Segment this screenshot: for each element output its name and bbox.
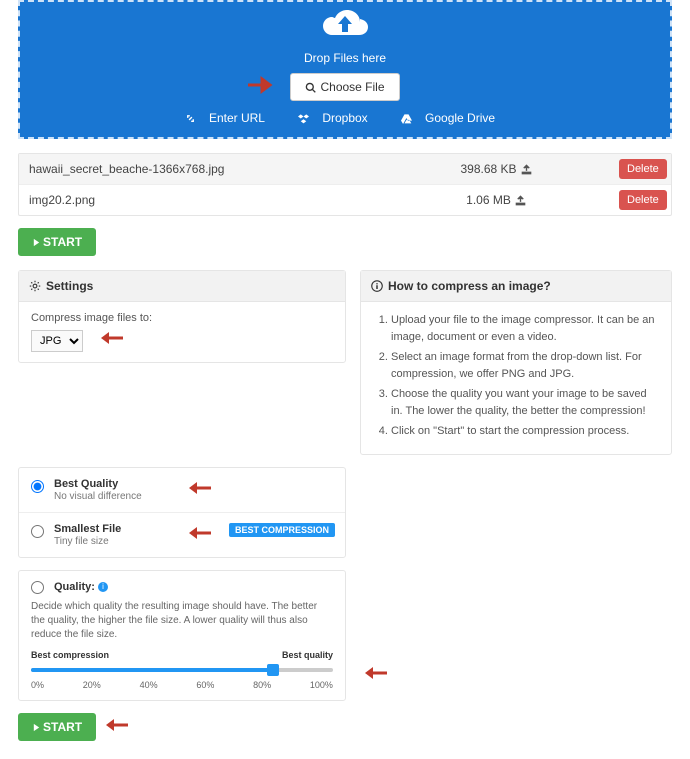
info-icon[interactable]: i: [98, 582, 108, 592]
annotation-arrow: [179, 478, 213, 501]
slider-thumb[interactable]: [267, 664, 279, 676]
help-panel: How to compress an image? Upload your fi…: [360, 270, 672, 455]
google-drive-link[interactable]: Google Drive: [401, 111, 505, 125]
slider-ticks: 0% 20% 40% 60% 80% 100%: [31, 680, 333, 690]
settings-header: Settings: [19, 271, 345, 302]
file-row: hawaii_secret_beache-1366x768.jpg 398.68…: [19, 154, 671, 185]
choose-file-button[interactable]: Choose File: [290, 73, 399, 101]
delete-button[interactable]: Delete: [619, 159, 667, 179]
option-smallest-file[interactable]: Smallest File Tiny file size BEST COMPRE…: [19, 513, 345, 557]
gear-icon: [29, 280, 41, 292]
custom-quality-radio[interactable]: [31, 581, 44, 594]
smallest-file-radio[interactable]: [31, 525, 44, 538]
best-quality-radio[interactable]: [31, 480, 44, 493]
annotation-arrow: [246, 75, 280, 98]
help-steps: Upload your file to the image compressor…: [373, 312, 659, 440]
enter-url-link[interactable]: Enter URL: [185, 111, 275, 125]
annotation-arrow: [179, 523, 213, 546]
best-compression-badge: BEST COMPRESSION: [229, 523, 335, 537]
quality-slider[interactable]: [31, 663, 333, 677]
annotation-arrow: [96, 715, 130, 738]
option-best-quality[interactable]: Best Quality No visual difference: [19, 468, 345, 513]
delete-button[interactable]: Delete: [619, 190, 667, 210]
quality-panel: Quality: i Decide which quality the resu…: [18, 570, 346, 701]
file-name: img20.2.png: [19, 185, 381, 215]
annotation-arrow: [355, 663, 389, 686]
format-select[interactable]: JPG: [31, 330, 83, 352]
upload-icon: [521, 164, 532, 175]
dropbox-link[interactable]: Dropbox: [298, 111, 377, 125]
quality-description: Decide which quality the resulting image…: [31, 600, 333, 642]
file-row: img20.2.png 1.06 MB Delete: [19, 185, 671, 215]
settings-panel: Settings Compress image files to: JPG: [18, 270, 346, 363]
cloud-upload-icon: [318, 8, 372, 44]
quality-options: Best Quality No visual difference Smalle…: [18, 467, 346, 558]
dropzone[interactable]: Drop Files here Choose File Enter URL Dr…: [18, 0, 672, 139]
start-button-top[interactable]: START: [18, 228, 96, 256]
file-size: 398.68 KB: [381, 154, 611, 184]
file-list: hawaii_secret_beache-1366x768.jpg 398.68…: [18, 153, 672, 216]
help-header: How to compress an image?: [361, 271, 671, 302]
file-name: hawaii_secret_beache-1366x768.jpg: [19, 154, 381, 184]
start-button-bottom[interactable]: START: [18, 713, 96, 741]
upload-icon: [515, 195, 526, 206]
file-size: 1.06 MB: [381, 185, 611, 215]
compress-to-label: Compress image files to:: [31, 312, 333, 324]
info-icon: [371, 280, 383, 292]
dropzone-text: Drop Files here: [20, 51, 670, 65]
annotation-arrow: [91, 328, 125, 351]
